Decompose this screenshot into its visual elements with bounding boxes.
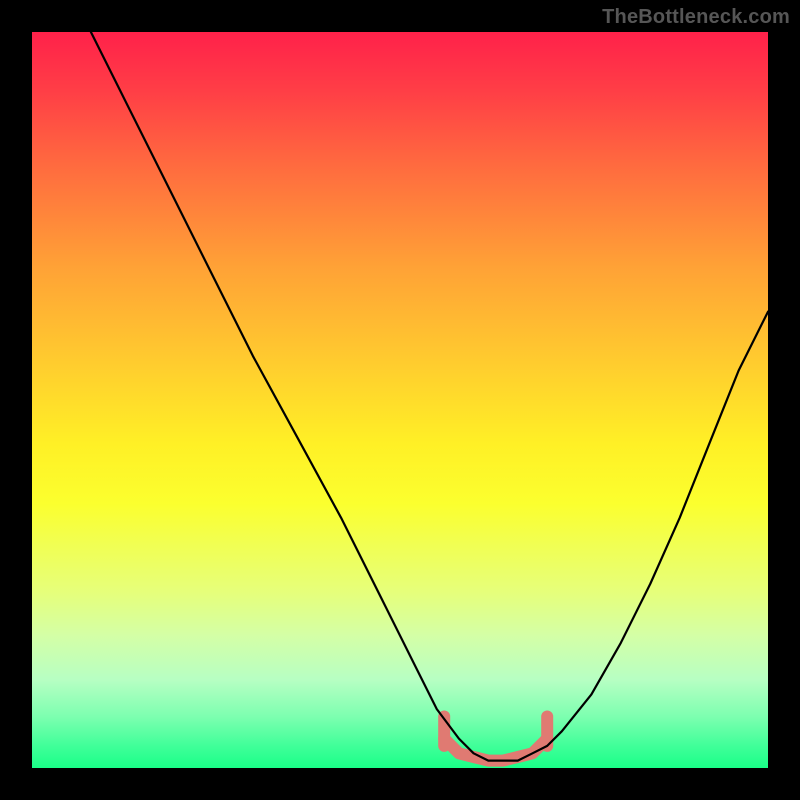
bottleneck-curve: [91, 32, 768, 761]
chart-container: TheBottleneck.com: [0, 0, 800, 800]
chart-svg: [32, 32, 768, 768]
watermark-text: TheBottleneck.com: [602, 6, 790, 29]
plot-area: [32, 32, 768, 768]
